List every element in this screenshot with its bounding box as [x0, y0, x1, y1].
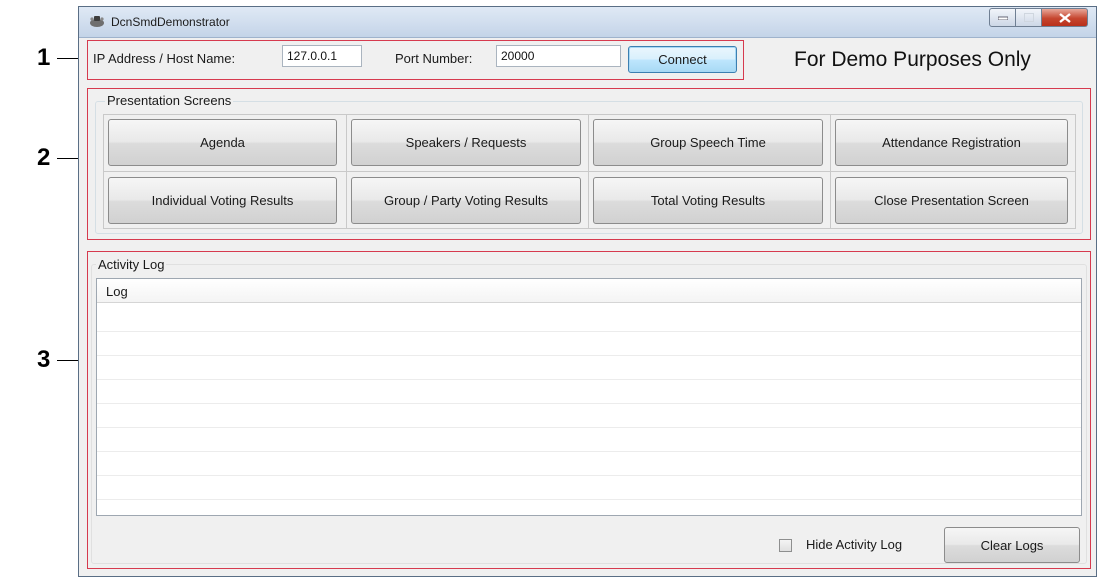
- attendance-registration-button[interactable]: Attendance Registration: [835, 119, 1068, 166]
- activity-log-list[interactable]: Log: [96, 278, 1082, 516]
- group-speech-time-button[interactable]: Group Speech Time: [593, 119, 823, 166]
- connect-button[interactable]: Connect: [628, 46, 737, 73]
- callout-number-3: 3: [37, 346, 51, 373]
- log-row-divider: [97, 379, 1081, 380]
- maximize-icon[interactable]: [1016, 8, 1042, 27]
- presentation-group-title: Presentation Screens: [105, 93, 234, 108]
- log-row-divider: [97, 331, 1081, 332]
- hide-activity-log-label[interactable]: Hide Activity Log: [806, 537, 902, 552]
- log-row-divider: [97, 451, 1081, 452]
- callout-number-1: 1: [37, 44, 51, 71]
- speakers-requests-button[interactable]: Speakers / Requests: [351, 119, 581, 166]
- log-row-divider: [97, 403, 1081, 404]
- log-row-divider: [97, 427, 1081, 428]
- host-label: IP Address / Host Name:: [93, 51, 236, 66]
- window-title: DcnSmdDemonstrator: [111, 15, 230, 29]
- log-row-divider: [97, 355, 1081, 356]
- individual-voting-results-button[interactable]: Individual Voting Results: [108, 177, 337, 224]
- group-party-voting-results-button[interactable]: Group / Party Voting Results: [351, 177, 581, 224]
- title-bar[interactable]: DcnSmdDemonstrator: [79, 7, 1096, 38]
- clear-logs-button[interactable]: Clear Logs: [944, 527, 1080, 563]
- port-input[interactable]: [496, 45, 621, 67]
- app-icon: [90, 16, 104, 27]
- log-row-divider: [97, 499, 1081, 500]
- total-voting-results-button[interactable]: Total Voting Results: [593, 177, 823, 224]
- activity-group-title: Activity Log: [96, 257, 167, 272]
- close-icon[interactable]: [1042, 8, 1088, 27]
- log-row-divider: [97, 475, 1081, 476]
- log-column-header[interactable]: Log: [97, 279, 1081, 303]
- demo-notice: For Demo Purposes Only: [794, 48, 1031, 71]
- minimize-icon[interactable]: [989, 8, 1016, 27]
- hide-activity-log-checkbox[interactable]: [779, 539, 792, 552]
- agenda-button[interactable]: Agenda: [108, 119, 337, 166]
- callout-number-2: 2: [37, 144, 51, 171]
- host-input[interactable]: [282, 45, 362, 67]
- port-label: Port Number:: [395, 51, 473, 66]
- close-presentation-screen-button[interactable]: Close Presentation Screen: [835, 177, 1068, 224]
- window-controls: [989, 8, 1088, 28]
